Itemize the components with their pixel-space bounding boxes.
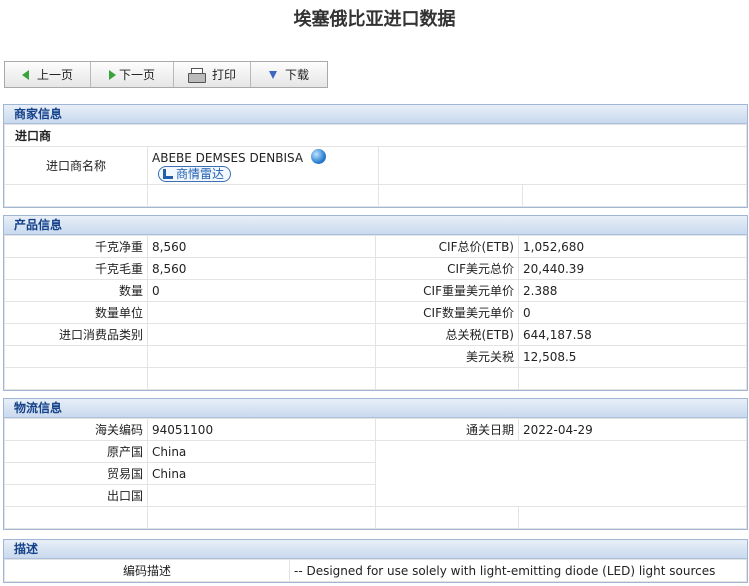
importer-name: ABEBE DEMSES DENBISA — [152, 151, 304, 165]
usd-tax-label: 美元关税 — [375, 345, 519, 368]
net-weight-label: 千克净重 — [4, 235, 148, 258]
merchant-table: 进口商 进口商名称 ABEBE DEMSES DENBISA 商情雷达 — [4, 124, 747, 207]
arrow-right-icon — [108, 69, 116, 80]
empty-cell — [378, 184, 523, 207]
radar-button[interactable]: 商情雷达 — [158, 166, 232, 182]
merchant-section-title: 商家信息 — [4, 105, 747, 124]
toolbar: 上一页 下一页 打印 下载 — [4, 61, 328, 88]
category-value — [147, 323, 376, 346]
description-panel: 描述 编码描述 -- Designed for use solely with … — [3, 539, 748, 583]
empty-cell — [522, 184, 747, 207]
logistics-panel: 物流信息 海关编码 94051100 通关日期 2022-04-29 原产国 C… — [3, 398, 748, 530]
trade-country-label: 贸易国 — [4, 462, 148, 485]
cif-usd-label: CIF美元总价 — [375, 257, 519, 280]
export-country-label: 出口国 — [4, 484, 148, 507]
empty-cell — [147, 506, 376, 529]
quantity-unit-value — [147, 301, 376, 324]
empty-cell — [375, 506, 519, 529]
product-table: 千克净重 8,560 CIF总价(ETB) 1,052,680 千克毛重 8,5… — [4, 235, 747, 390]
globe-icon[interactable] — [311, 149, 327, 164]
arrow-left-icon — [21, 69, 29, 80]
product-section-title: 产品信息 — [4, 216, 747, 235]
empty-cell — [147, 184, 379, 207]
clear-date-label: 通关日期 — [375, 418, 519, 441]
cif-usd-value: 20,440.39 — [518, 257, 747, 280]
download-arrow-icon — [268, 70, 277, 79]
empty-cell — [378, 146, 747, 185]
page-title: 埃塞俄比亚进口数据 — [293, 9, 456, 30]
total-tax-value: 644,187.58 — [518, 323, 747, 346]
importer-subheader: 进口商 — [4, 124, 747, 147]
clear-date-value: 2022-04-29 — [518, 418, 747, 441]
cif-total-label: CIF总价(ETB) — [375, 235, 519, 258]
export-country-value — [147, 484, 376, 507]
gross-weight-label: 千克毛重 — [4, 257, 148, 280]
print-button[interactable]: 打印 — [174, 62, 251, 87]
empty-cell — [375, 440, 747, 507]
prev-page-label: 上一页 — [36, 68, 73, 82]
code-desc-value: -- Designed for use solely with light-em… — [289, 559, 747, 582]
importer-name-cell: ABEBE DEMSES DENBISA 商情雷达 — [147, 146, 379, 185]
radar-arrow-icon — [163, 169, 173, 179]
logistics-section-title: 物流信息 — [4, 399, 747, 418]
net-weight-value: 8,560 — [147, 235, 376, 258]
importer-name-label: 进口商名称 — [4, 146, 148, 185]
hs-code-value: 94051100 — [147, 418, 376, 441]
empty-cell — [4, 184, 148, 207]
download-label: 下载 — [284, 68, 309, 82]
radar-label: 商情雷达 — [176, 167, 225, 181]
usd-tax-value: 12,508.5 — [518, 345, 747, 368]
logistics-table: 海关编码 94051100 通关日期 2022-04-29 原产国 China … — [4, 418, 747, 529]
quantity-value: 0 — [147, 279, 376, 302]
cif-qty-unit-value: 0 — [518, 301, 747, 324]
code-desc-label: 编码描述 — [4, 559, 290, 582]
cif-weight-unit-value: 2.388 — [518, 279, 747, 302]
empty-cell — [4, 506, 148, 529]
download-button[interactable]: 下载 — [251, 62, 327, 87]
prev-page-button[interactable]: 上一页 — [5, 62, 91, 87]
merchant-panel: 商家信息 进口商 进口商名称 ABEBE DEMSES DENBISA 商情雷达 — [3, 104, 748, 208]
description-table: 编码描述 -- Designed for use solely with lig… — [4, 559, 747, 582]
product-panel: 产品信息 千克净重 8,560 CIF总价(ETB) 1,052,680 千克毛… — [3, 215, 748, 391]
description-section-title: 描述 — [4, 540, 747, 559]
total-tax-label: 总关税(ETB) — [375, 323, 519, 346]
printer-icon — [187, 67, 206, 83]
origin-label: 原产国 — [4, 440, 148, 463]
quantity-unit-label: 数量单位 — [4, 301, 148, 324]
empty-cell — [518, 506, 747, 529]
trade-country-value: China — [147, 462, 376, 485]
quantity-label: 数量 — [4, 279, 148, 302]
origin-value: China — [147, 440, 376, 463]
cif-weight-unit-label: CIF重量美元单价 — [375, 279, 519, 302]
empty-cell — [147, 345, 376, 368]
category-label: 进口消费品类别 — [4, 323, 148, 346]
empty-cell — [147, 367, 376, 390]
empty-cell — [4, 345, 148, 368]
empty-cell — [518, 367, 747, 390]
next-page-label: 下一页 — [118, 68, 155, 82]
print-label: 打印 — [211, 68, 236, 82]
hs-code-label: 海关编码 — [4, 418, 148, 441]
empty-cell — [4, 367, 148, 390]
cif-qty-unit-label: CIF数量美元单价 — [375, 301, 519, 324]
empty-cell — [375, 367, 519, 390]
gross-weight-value: 8,560 — [147, 257, 376, 280]
cif-total-value: 1,052,680 — [518, 235, 747, 258]
next-page-button[interactable]: 下一页 — [91, 62, 174, 87]
